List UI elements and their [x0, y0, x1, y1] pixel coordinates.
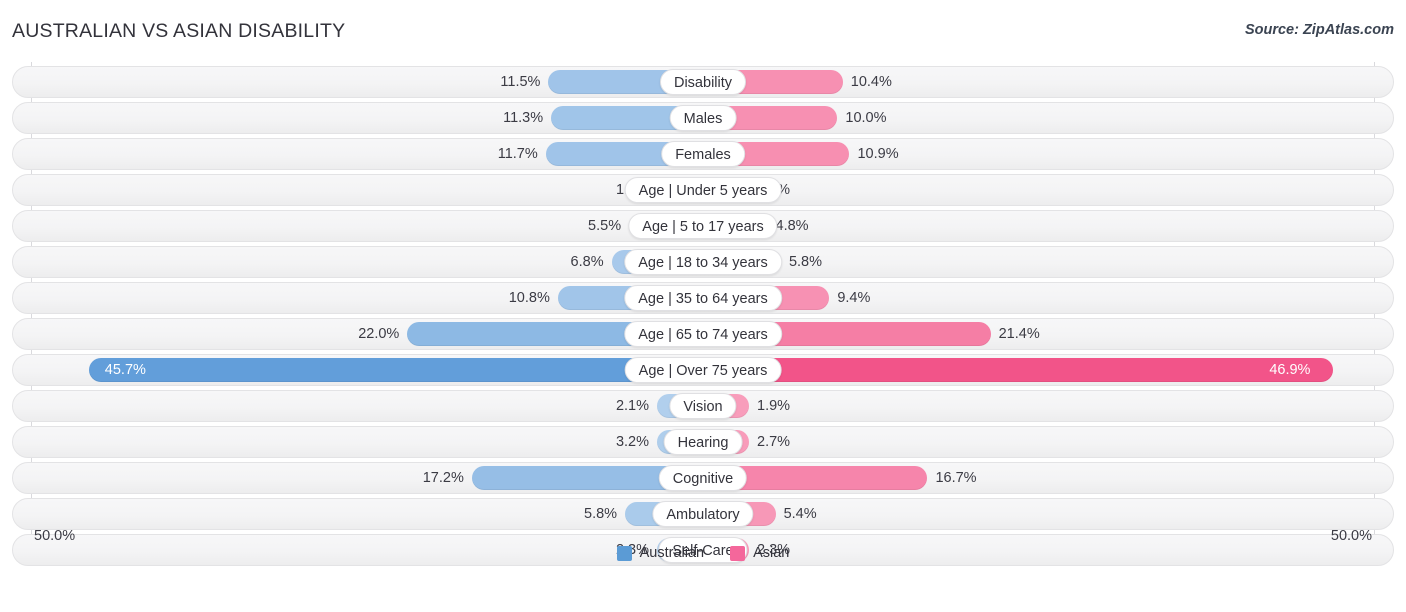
- row-category-label: Age | 5 to 17 years: [628, 213, 778, 239]
- bar-australian: [88, 358, 703, 382]
- legend-item[interactable]: Australian: [616, 545, 705, 561]
- value-label-australian: 6.8%: [570, 254, 604, 270]
- legend-item[interactable]: Asian: [730, 545, 789, 561]
- row-bars: 17.2% 16.7% Cognitive: [0, 462, 1406, 494]
- value-label-asian: 2.7%: [757, 434, 791, 450]
- bar-asian: [703, 358, 1334, 382]
- row-bars: 10.8% 9.4% Age | 35 to 64 years: [0, 282, 1406, 314]
- legend-label: Australian: [639, 545, 705, 561]
- value-label-asian: 21.4%: [998, 326, 1040, 342]
- chart-rows: 11.5% 10.4% Disability 11.3% 10.0% Males 11.7%…: [0, 62, 1406, 570]
- row-bars: 2.1% 1.9% Vision: [0, 390, 1406, 422]
- row-bars: 1.4%1.1%Age | Under 5 years: [0, 174, 1406, 206]
- row-category-label: Age | 35 to 64 years: [624, 285, 782, 311]
- legend-label: Asian: [753, 545, 790, 561]
- value-label-asian: 10.9%: [857, 146, 899, 162]
- chart-row: 10.8% 9.4% Age | 35 to 64 years: [0, 282, 1406, 314]
- row-bars: 5.5% 4.8% Age | 5 to 17 years: [0, 210, 1406, 242]
- chart-row: 17.2% 16.7% Cognitive: [0, 462, 1406, 494]
- legend-swatch-icon: [730, 545, 746, 561]
- value-label-australian: 3.2%: [615, 434, 649, 450]
- chart-row: 22.0% 21.4% Age | 65 to 74 years: [0, 318, 1406, 350]
- row-category-label: Vision: [669, 393, 737, 419]
- value-label-asian: 10.0%: [845, 110, 887, 126]
- row-category-label: Cognitive: [658, 465, 748, 491]
- value-label-australian: 11.7%: [497, 146, 538, 162]
- value-label-asian: 9.4%: [837, 290, 871, 306]
- value-label-australian: 17.2%: [422, 470, 464, 486]
- row-category-label: Age | Under 5 years: [624, 177, 782, 203]
- value-label-australian: 11.3%: [503, 110, 544, 126]
- value-label-asian: 5.4%: [783, 506, 817, 522]
- legend-swatch-icon: [616, 545, 632, 561]
- chart-row: 3.2% 2.7% Hearing: [0, 426, 1406, 458]
- value-label-asian: 4.8%: [775, 218, 809, 234]
- row-category-label: Age | 65 to 74 years: [624, 321, 782, 347]
- chart-row: 45.7% 46.9% Age | Over 75 years: [0, 354, 1406, 386]
- row-bars: 22.0% 21.4% Age | 65 to 74 years: [0, 318, 1406, 350]
- row-bars: 3.2% 2.7% Hearing: [0, 426, 1406, 458]
- row-category-label: Hearing: [663, 429, 743, 455]
- value-label-asian: 16.7%: [935, 470, 977, 486]
- chart-row: 11.5% 10.4% Disability: [0, 66, 1406, 98]
- value-label-australian: 45.7%: [104, 362, 146, 378]
- value-label-asian: 10.4%: [850, 74, 892, 90]
- chart-row: 6.8% 5.8% Age | 18 to 34 years: [0, 246, 1406, 278]
- value-label-australian: 5.5%: [588, 218, 622, 234]
- chart-row: 11.3% 10.0% Males: [0, 102, 1406, 134]
- value-label-asian: 46.9%: [1269, 362, 1311, 378]
- row-bars: 11.7% 10.9% Females: [0, 138, 1406, 170]
- chart-legend: Australian Asian: [0, 542, 1406, 564]
- value-label-asian: 1.9%: [757, 398, 791, 414]
- row-category-label: Age | Over 75 years: [624, 357, 782, 383]
- chart-row: 5.5% 4.8% Age | 5 to 17 years: [0, 210, 1406, 242]
- row-bars: 11.5% 10.4% Disability: [0, 66, 1406, 98]
- chart-row: 1.4%1.1%Age | Under 5 years: [0, 174, 1406, 206]
- row-category-label: Ambulatory: [652, 501, 754, 527]
- chart-row: 5.8% 5.4% Ambulatory: [0, 498, 1406, 530]
- row-category-label: Age | 18 to 34 years: [624, 249, 782, 275]
- source-attribution: Source: ZipAtlas.com: [1244, 22, 1394, 38]
- value-label-australian: 5.8%: [584, 506, 618, 522]
- row-bars: 6.8% 5.8% Age | 18 to 34 years: [0, 246, 1406, 278]
- row-category-label: Disability: [659, 69, 747, 95]
- chart-row: 11.7% 10.9% Females: [0, 138, 1406, 170]
- row-category-label: Females: [661, 141, 745, 167]
- row-bars: 45.7% 46.9% Age | Over 75 years: [0, 354, 1406, 386]
- value-label-australian: 2.1%: [615, 398, 649, 414]
- chart-header: AUSTRALIAN VS ASIAN DISABILITY Source: Z…: [0, 0, 1406, 62]
- value-label-australian: 10.8%: [508, 290, 550, 306]
- value-label-australian: 11.5%: [500, 74, 541, 90]
- value-label-asian: 5.8%: [788, 254, 822, 270]
- chart-row: 2.1% 1.9% Vision: [0, 390, 1406, 422]
- value-label-australian: 22.0%: [358, 326, 400, 342]
- row-bars: 11.3% 10.0% Males: [0, 102, 1406, 134]
- row-category-label: Males: [669, 105, 737, 131]
- row-bars: 5.8% 5.4% Ambulatory: [0, 498, 1406, 530]
- chart-plot-area: 11.5% 10.4% Disability 11.3% 10.0% Males 11.7%…: [0, 62, 1406, 572]
- page-title: AUSTRALIAN VS ASIAN DISABILITY: [12, 20, 346, 42]
